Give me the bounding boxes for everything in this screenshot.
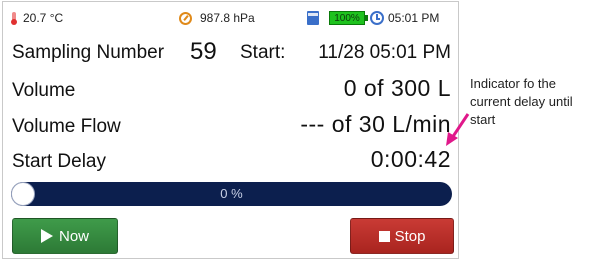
start-label: Start: [240,42,286,63]
temperature-value: 20.7 °C [23,11,64,25]
pressure-value: 987.8 hPa [200,11,255,25]
pressure-status: 987.8 hPa [179,11,255,25]
device-screen: 20.7 °C 987.8 hPa 100% 05:01 PM Sampling… [2,1,459,259]
annotation-text: Indicator fo the current delay until sta… [470,76,573,127]
now-button-label: Now [58,227,89,245]
clock-icon [370,11,384,25]
volume-row: Volume 0 of 300 L [12,75,451,105]
now-button[interactable]: Now [12,218,118,254]
time-value: 05:01 PM [388,11,440,25]
volume-flow-label: Volume Flow [12,116,121,137]
start-delay-label: Start Delay [12,151,106,172]
stop-button[interactable]: Stop [350,218,454,254]
sampling-number-value: 59 [190,38,217,65]
play-icon [40,229,53,243]
volume-value: 0 of 300 L [343,75,451,101]
start-delay-row: Start Delay 0:00:42 [12,146,451,176]
start-delay-value: 0:00:42 [370,146,451,172]
sampling-row: Sampling Number 59 Start: 11/28 05:01 PM [12,38,451,68]
volume-label: Volume [12,80,76,101]
gauge-icon [179,11,192,25]
annotation-arrow-icon [446,113,470,146]
sd-card-icon [307,11,319,25]
thermometer-icon [11,11,17,25]
start-value: 11/28 05:01 PM [318,42,451,63]
volume-flow-row: Volume Flow --- of 30 L/min [12,111,451,141]
stop-icon [378,230,390,242]
stop-button-label: Stop [394,227,426,245]
battery-icon: 100% [329,11,368,25]
sampling-number-label: Sampling Number [12,42,165,63]
device-status: 100% 05:01 PM [307,11,439,25]
temperature-status: 20.7 °C [11,11,63,25]
progress-percent: 0 % [220,186,243,201]
volume-flow-value: --- of 30 L/min [300,111,451,137]
progress-bar: 0 % [11,182,452,206]
status-bar: 20.7 °C 987.8 hPa 100% 05:01 PM [3,2,458,34]
